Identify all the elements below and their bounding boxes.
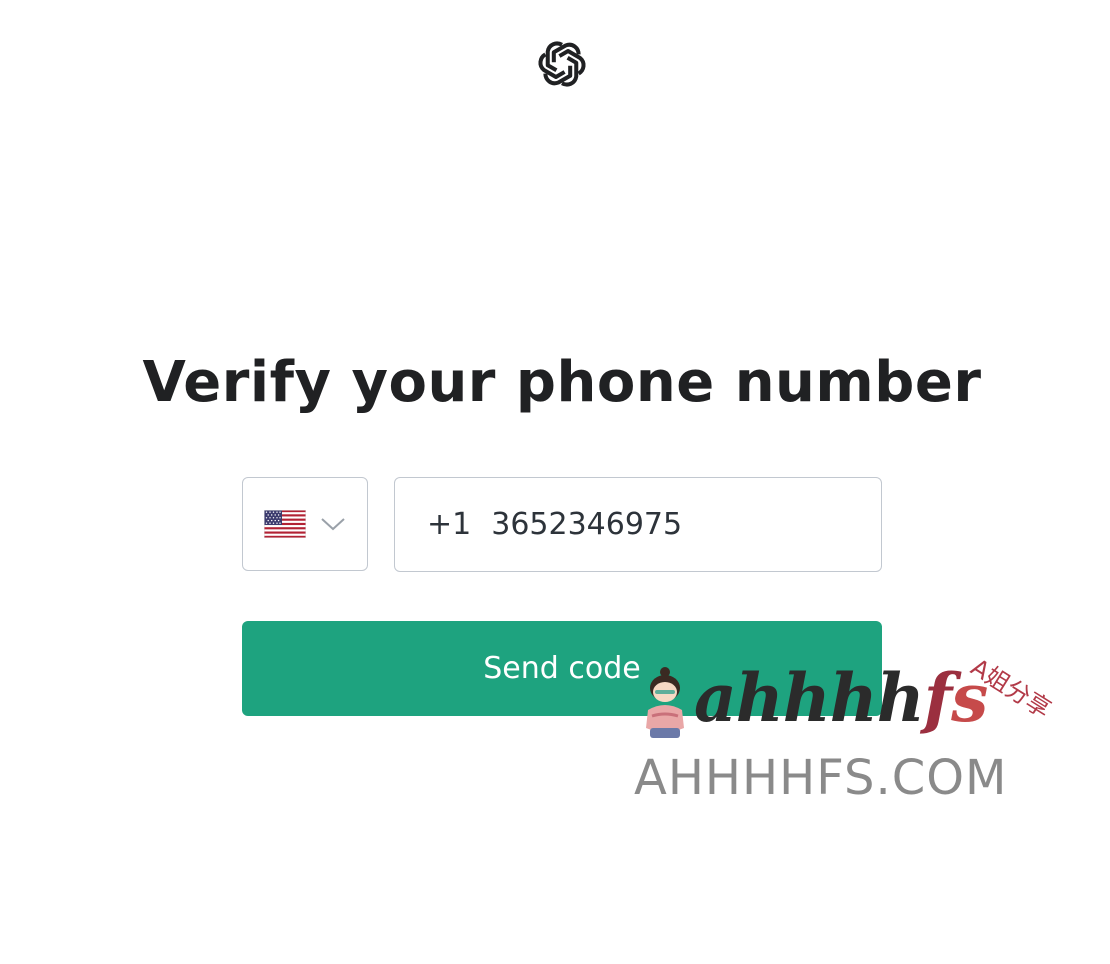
chevron-down-icon [319,514,347,534]
send-code-button[interactable]: Send code [242,621,882,716]
openai-logo-icon [530,33,594,95]
watermark-script-f: f [923,659,952,737]
phone-number-value: 3652346975 [491,507,683,542]
watermark-domain: AHHHHFS.COM [634,750,1008,806]
watermark-chinese: A姐分享 [965,653,1056,724]
dial-code: +1 [427,507,472,542]
us-flag-icon [264,510,306,538]
phone-number-input[interactable]: +1 3652346975 [394,477,882,572]
country-code-select[interactable] [242,477,368,571]
watermark-script-s: s [951,659,988,737]
page-title: Verify your phone number [142,350,982,415]
